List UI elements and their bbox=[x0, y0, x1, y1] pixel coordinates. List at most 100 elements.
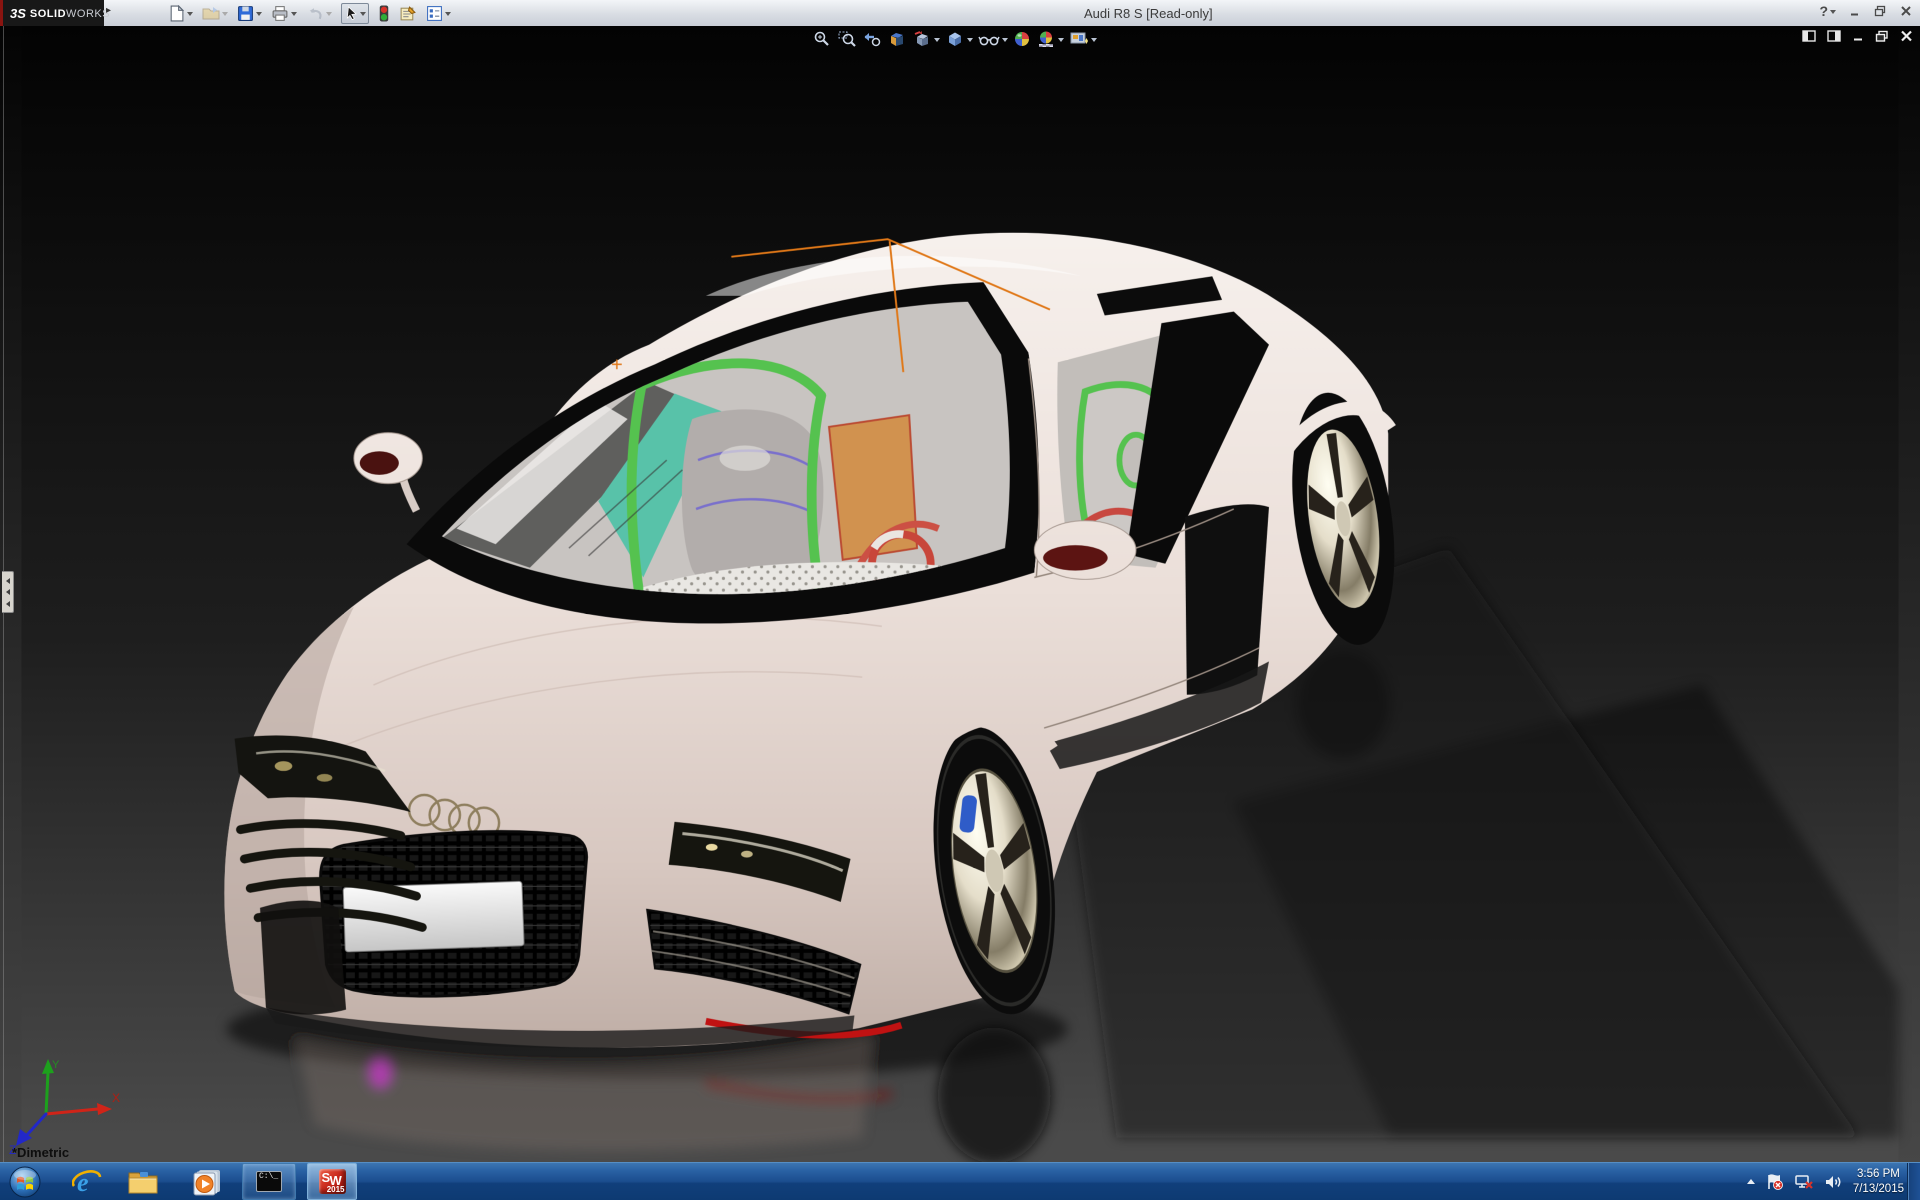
view-orientation-button[interactable] bbox=[912, 30, 940, 48]
dropdown-caret-icon[interactable] bbox=[360, 12, 366, 19]
dropdown-caret-icon[interactable] bbox=[1058, 38, 1064, 45]
appearance-colors-button[interactable] bbox=[378, 5, 390, 22]
doc-minimize-button[interactable] bbox=[1852, 30, 1864, 42]
view-settings-button[interactable] bbox=[1069, 30, 1097, 48]
title-bar: 3S SOLIDWORKS ▸ bbox=[0, 0, 1920, 27]
apply-scene-button[interactable] bbox=[1036, 30, 1064, 48]
section-view-icon bbox=[887, 30, 907, 48]
internet-explorer-icon: e bbox=[72, 1167, 102, 1197]
taskbar-command-prompt[interactable]: C:\_ bbox=[242, 1163, 296, 1200]
document-window-controls bbox=[1802, 30, 1913, 42]
new-document-button[interactable] bbox=[168, 5, 193, 22]
close-button[interactable] bbox=[1900, 5, 1912, 17]
dropdown-caret-icon[interactable] bbox=[1002, 38, 1008, 45]
eyeglasses-icon bbox=[978, 30, 1000, 48]
checklist-icon bbox=[426, 5, 443, 22]
network-status-icon[interactable] bbox=[1794, 1173, 1814, 1191]
dropdown-caret-icon[interactable] bbox=[326, 12, 332, 19]
windows-start-orb-icon bbox=[9, 1166, 41, 1198]
dropdown-caret-icon[interactable] bbox=[222, 12, 228, 19]
note-pencil-icon bbox=[399, 5, 417, 22]
taskbar-solidworks[interactable]: S W 2015 bbox=[307, 1163, 357, 1200]
media-player-icon bbox=[192, 1168, 222, 1196]
minimize-icon bbox=[1849, 5, 1861, 17]
doc-restore-button[interactable] bbox=[1875, 30, 1889, 42]
undo-button[interactable] bbox=[306, 5, 332, 22]
dropdown-caret-icon[interactable] bbox=[967, 38, 973, 45]
dropdown-caret-icon[interactable] bbox=[187, 12, 193, 19]
zoom-to-fit-button[interactable] bbox=[812, 30, 832, 48]
edit-appearance-button[interactable] bbox=[1013, 30, 1031, 48]
feature-manager-collapsed-tab[interactable] bbox=[2, 571, 14, 613]
dropdown-caret-icon[interactable] bbox=[291, 12, 297, 19]
dropdown-caret-icon[interactable] bbox=[1830, 10, 1836, 17]
brand-mark: 3S bbox=[10, 6, 26, 21]
open-folder-icon bbox=[202, 5, 220, 21]
help-button[interactable]: ? bbox=[1819, 3, 1836, 19]
taskbar-windows-explorer[interactable] bbox=[122, 1163, 164, 1200]
window-controls: ? bbox=[1819, 3, 1912, 19]
previous-view-button[interactable] bbox=[862, 30, 882, 48]
edit-annotation-button[interactable] bbox=[399, 5, 417, 22]
hide-show-items-button[interactable] bbox=[978, 30, 1008, 48]
brand-name-light: WORKS bbox=[66, 8, 110, 20]
traffic-light-icon bbox=[378, 5, 390, 22]
help-icon: ? bbox=[1819, 3, 1828, 19]
zoom-to-fit-icon bbox=[812, 30, 832, 48]
taskbar-clock[interactable]: 3:56 PM 7/13/2015 bbox=[1853, 1167, 1904, 1197]
system-tray: 3:56 PM 7/13/2015 bbox=[1747, 1163, 1904, 1200]
taskbar-media-player[interactable] bbox=[186, 1163, 228, 1200]
open-document-button[interactable] bbox=[202, 5, 228, 21]
folder-icon bbox=[127, 1168, 159, 1195]
dropdown-caret-icon[interactable] bbox=[256, 12, 262, 19]
options-checklist-button[interactable] bbox=[426, 5, 451, 22]
undo-arrow-icon bbox=[306, 5, 324, 22]
view-orientation-icon bbox=[912, 30, 932, 48]
model-canvas[interactable] bbox=[0, 26, 1920, 1163]
show-hidden-icons-button[interactable] bbox=[1747, 1175, 1755, 1184]
zoom-to-area-button[interactable] bbox=[837, 30, 857, 48]
apply-scene-icon bbox=[1036, 30, 1056, 48]
solidworks-2015-icon: S W 2015 bbox=[319, 1169, 346, 1194]
triad-y-label: Y bbox=[52, 1059, 60, 1071]
dropdown-caret-icon[interactable] bbox=[934, 38, 940, 45]
window-title: Audi R8 S [Read-only] bbox=[1084, 6, 1213, 21]
restore-button[interactable] bbox=[1874, 5, 1887, 17]
show-desktop-button[interactable] bbox=[1907, 1163, 1920, 1200]
appearance-sphere-icon bbox=[1013, 30, 1031, 48]
collapse-arrow-icon bbox=[3, 578, 10, 584]
heads-up-view-toolbar bbox=[812, 30, 1097, 48]
command-prompt-icon: C:\_ bbox=[256, 1171, 282, 1192]
sideblade-vent[interactable] bbox=[1185, 504, 1269, 694]
volume-icon[interactable] bbox=[1824, 1173, 1843, 1191]
display-style-button[interactable] bbox=[945, 30, 973, 48]
new-document-icon bbox=[168, 5, 185, 22]
collapse-arrow-icon bbox=[3, 601, 10, 607]
menu-expand-arrow-icon[interactable]: ▸ bbox=[106, 5, 111, 16]
dropdown-caret-icon[interactable] bbox=[1091, 38, 1097, 45]
action-center-icon[interactable] bbox=[1765, 1173, 1784, 1191]
clock-time: 3:56 PM bbox=[1853, 1167, 1904, 1182]
restore-icon bbox=[1874, 5, 1887, 17]
save-button[interactable] bbox=[237, 5, 262, 22]
dropdown-caret-icon[interactable] bbox=[445, 12, 451, 19]
previous-view-icon bbox=[862, 30, 882, 48]
collapse-arrow-icon bbox=[3, 589, 10, 595]
minimize-button[interactable] bbox=[1849, 5, 1861, 17]
section-view-button[interactable] bbox=[887, 30, 907, 48]
start-button[interactable] bbox=[6, 1163, 44, 1200]
windows-taskbar: e C:\_ S W 2015 bbox=[0, 1162, 1920, 1200]
pane-right-button[interactable] bbox=[1827, 30, 1841, 42]
orientation-triad[interactable]: Y X Z bbox=[8, 1054, 123, 1159]
select-tool-button[interactable] bbox=[341, 3, 369, 24]
graphics-viewport[interactable]: Y X Z *Dimetric bbox=[0, 26, 1920, 1163]
triad-x-label: X bbox=[112, 1091, 120, 1105]
doc-close-button[interactable] bbox=[1900, 30, 1913, 42]
taskbar-internet-explorer[interactable]: e bbox=[66, 1163, 108, 1200]
pane-left-button[interactable] bbox=[1802, 30, 1816, 42]
print-button[interactable] bbox=[271, 5, 297, 22]
view-settings-icon bbox=[1069, 30, 1089, 48]
mirror-right[interactable] bbox=[1034, 521, 1136, 580]
zoom-to-area-icon bbox=[837, 30, 857, 48]
view-orientation-label: *Dimetric bbox=[12, 1145, 69, 1160]
